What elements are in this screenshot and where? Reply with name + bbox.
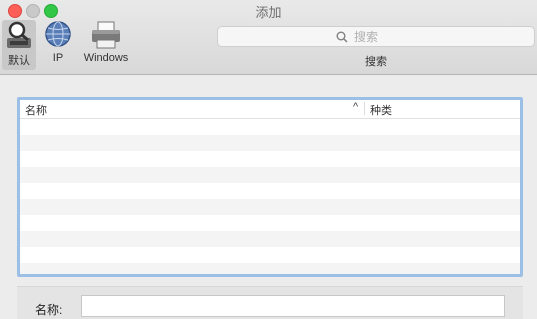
printer-list[interactable]: 名称 ^ 种类 [17, 97, 523, 277]
printer-details-form: 名称: [17, 286, 523, 319]
sort-ascending-icon[interactable]: ^ [353, 101, 358, 113]
toolbar-windows-label: Windows [83, 52, 129, 64]
column-header-name[interactable]: 名称 [25, 102, 47, 118]
list-rows [20, 119, 520, 274]
column-header-kind[interactable]: 种类 [370, 102, 392, 118]
printer-icon [92, 21, 120, 49]
toolbar-ip-label: IP [52, 52, 64, 64]
list-row [20, 231, 520, 247]
toolbar-default-label: 默认 [8, 55, 30, 67]
list-header: 名称 ^ 种类 [20, 100, 520, 119]
toolbar-ip-button[interactable]: IP [40, 20, 76, 70]
search-icon [336, 31, 348, 43]
add-printer-window: 添加 默认 IP Windows 搜索 搜索 名称 ^ 种类 名称: [0, 0, 537, 319]
search-caption: 搜索 [365, 56, 387, 68]
list-row [20, 215, 520, 231]
toolbar-windows-button[interactable]: Windows [78, 20, 134, 70]
list-row [20, 135, 520, 151]
name-field[interactable] [81, 295, 505, 317]
list-row [20, 199, 520, 215]
search-field[interactable] [217, 26, 535, 47]
name-label: 名称: [35, 303, 63, 317]
list-row [20, 183, 520, 199]
column-divider[interactable] [364, 102, 365, 115]
list-row [20, 263, 520, 274]
window-toolbar: 添加 默认 IP Windows 搜索 搜索 [0, 0, 537, 75]
list-row [20, 167, 520, 183]
list-row [20, 247, 520, 263]
toolbar-default-button[interactable]: 默认 [2, 20, 36, 70]
list-row [20, 119, 520, 135]
list-row [20, 151, 520, 167]
globe-icon [45, 21, 71, 47]
window-title: 添加 [255, 5, 282, 20]
search-input[interactable] [352, 28, 416, 45]
magnifier-printer-icon [7, 21, 31, 48]
